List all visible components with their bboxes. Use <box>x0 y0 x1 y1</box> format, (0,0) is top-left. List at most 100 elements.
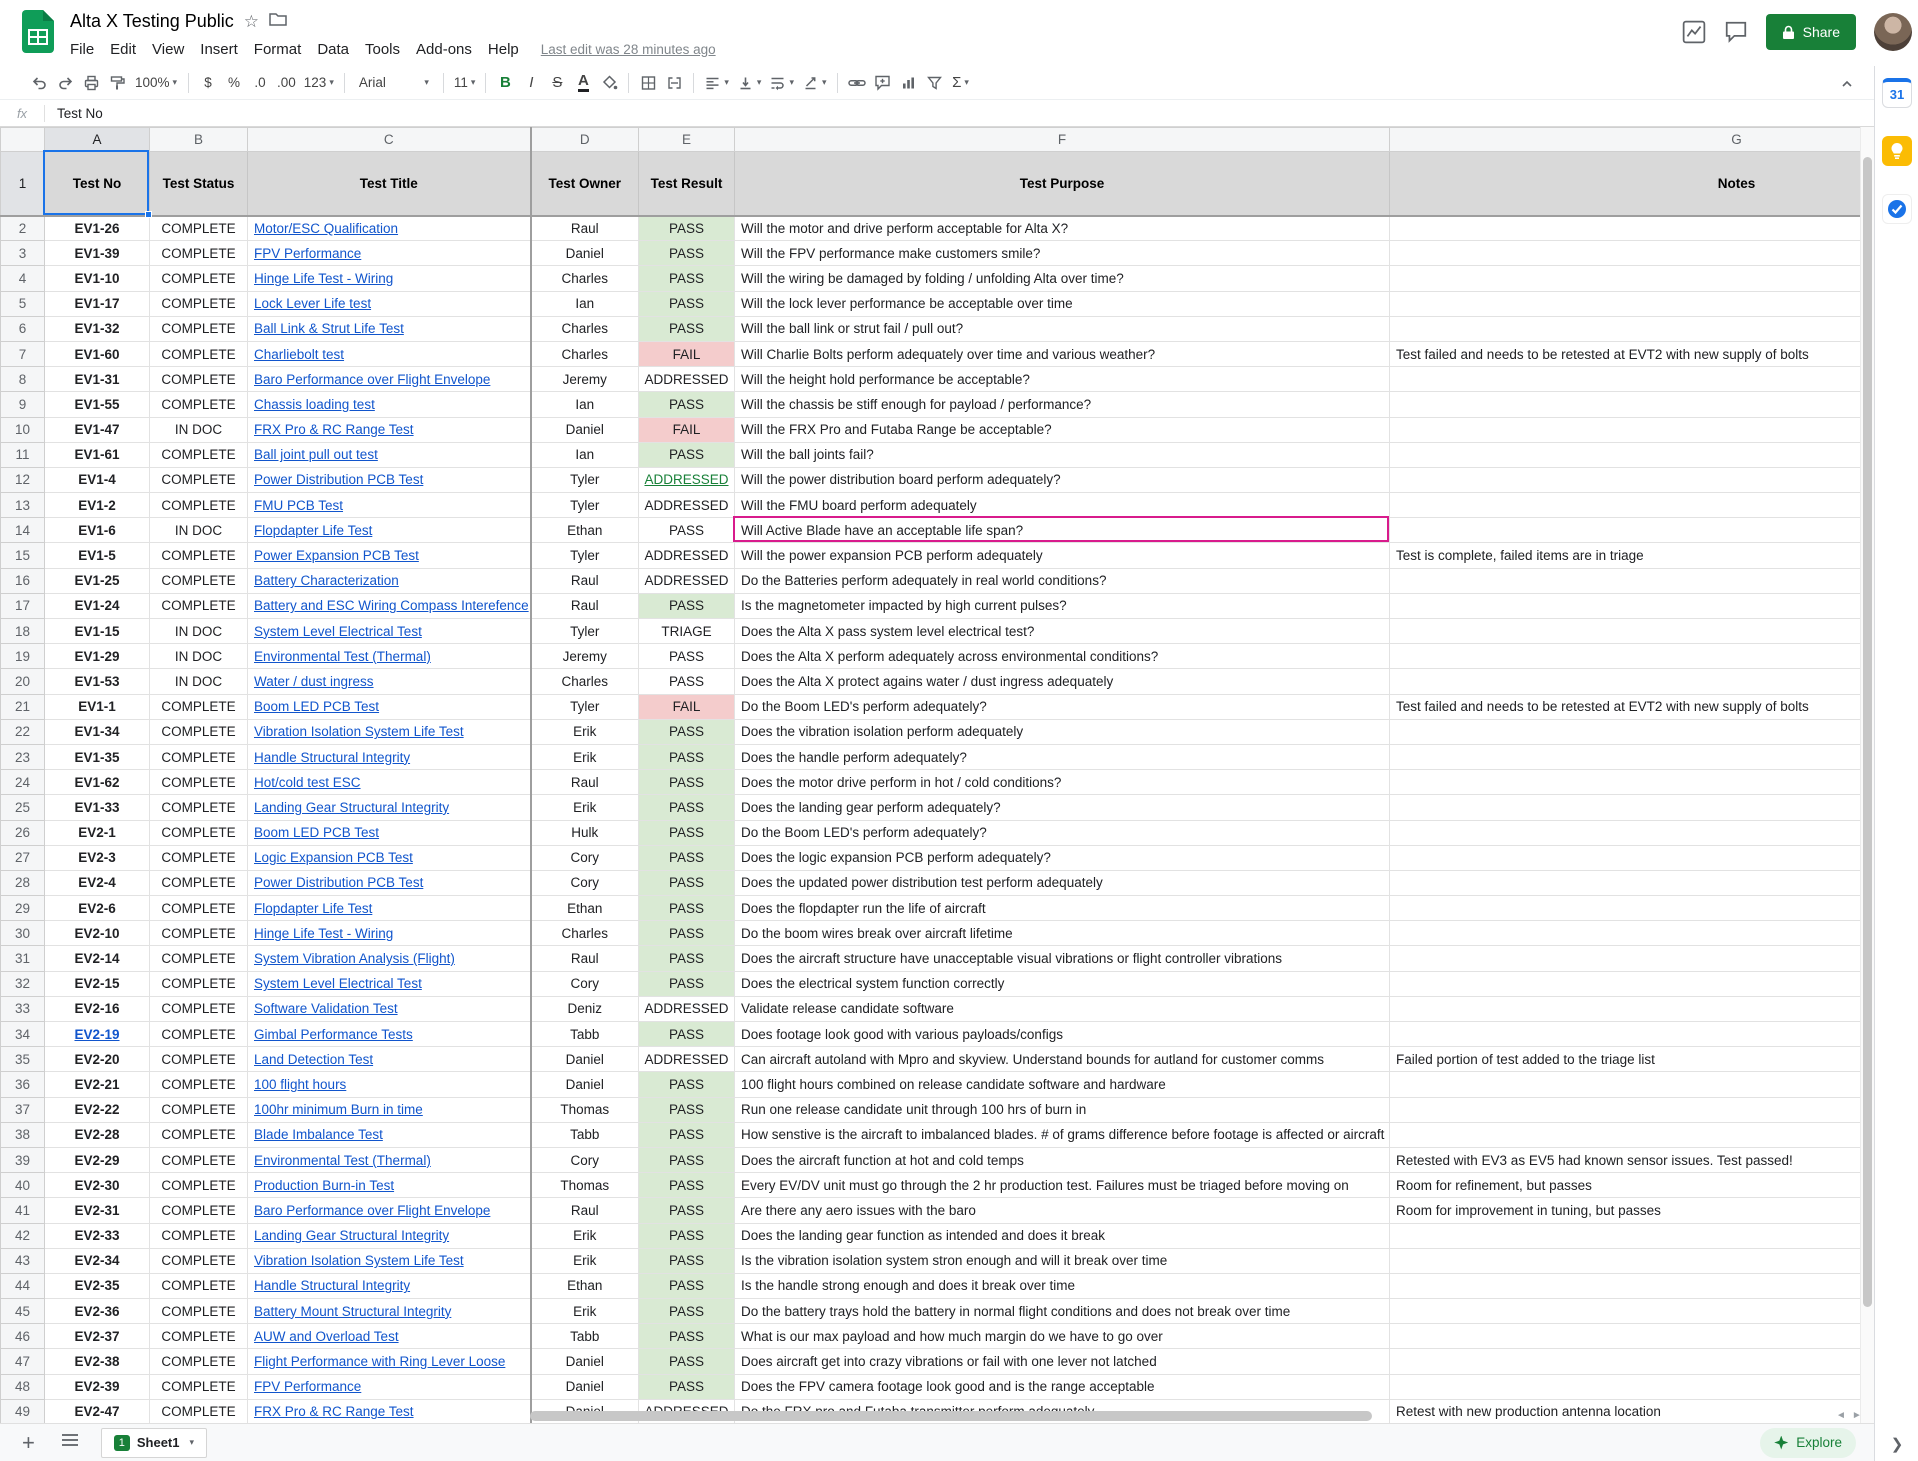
cell-G10[interactable] <box>1390 417 1875 442</box>
cell-C17[interactable]: Battery and ESC Wiring Compass Interefen… <box>248 593 531 618</box>
cell-D34[interactable]: Tabb <box>531 1022 639 1047</box>
cell-C13[interactable]: FMU PCB Test <box>248 493 531 518</box>
insert-link-button[interactable] <box>844 70 870 96</box>
cell-E18[interactable]: TRIAGE <box>639 619 735 644</box>
test-title-link[interactable]: Hinge Life Test - Wiring <box>254 271 393 286</box>
cell-D28[interactable]: Cory <box>531 870 639 895</box>
cell-F16[interactable]: Do the Batteries perform adequately in r… <box>735 568 1390 593</box>
row-header-15[interactable]: 15 <box>1 543 45 568</box>
cell-C2[interactable]: Motor/ESC Qualification <box>248 216 531 241</box>
menu-format[interactable]: Format <box>246 38 310 61</box>
hide-toolbar-button[interactable] <box>1834 71 1860 97</box>
cell-F36[interactable]: 100 flight hours combined on release can… <box>735 1072 1390 1097</box>
cell-D14[interactable]: Ethan <box>531 518 639 543</box>
cell-E24[interactable]: PASS <box>639 770 735 795</box>
cell-A17[interactable]: EV1-24 <box>45 593 150 618</box>
cell-F11[interactable]: Will the ball joints fail? <box>735 442 1390 467</box>
cell-G34[interactable] <box>1390 1022 1875 1047</box>
cell-A8[interactable]: EV1-31 <box>45 367 150 392</box>
cell-F21[interactable]: Do the Boom LED's perform adequately? <box>735 694 1390 719</box>
cell-B3[interactable]: COMPLETE <box>150 241 248 266</box>
cell-B17[interactable]: COMPLETE <box>150 593 248 618</box>
font-size-select[interactable]: 11▾ <box>450 70 480 96</box>
cell-E9[interactable]: PASS <box>639 392 735 417</box>
cell-E35[interactable]: ADDRESSED <box>639 1047 735 1072</box>
cell-G37[interactable] <box>1390 1097 1875 1122</box>
test-title-link[interactable]: Hinge Life Test - Wiring <box>254 926 393 941</box>
cell-D13[interactable]: Tyler <box>531 493 639 518</box>
filter-button[interactable] <box>922 70 948 96</box>
cell-A46[interactable]: EV2-37 <box>45 1324 150 1349</box>
vertical-scrollbar[interactable] <box>1860 127 1874 1423</box>
cell-B9[interactable]: COMPLETE <box>150 392 248 417</box>
cell-C33[interactable]: Software Validation Test <box>248 996 531 1021</box>
cell-A36[interactable]: EV2-21 <box>45 1072 150 1097</box>
cell-B16[interactable]: COMPLETE <box>150 568 248 593</box>
cell-G15[interactable]: Test is complete, failed items are in tr… <box>1390 543 1875 568</box>
test-title-link[interactable]: Boom LED PCB Test <box>254 825 379 840</box>
cell-A33[interactable]: EV2-16 <box>45 996 150 1021</box>
cell-G41[interactable]: Room for improvement in tuning, but pass… <box>1390 1198 1875 1223</box>
cell-D17[interactable]: Raul <box>531 593 639 618</box>
cell-C43[interactable]: Vibration Isolation System Life Test <box>248 1248 531 1273</box>
row-header-32[interactable]: 32 <box>1 971 45 996</box>
cell-G48[interactable] <box>1390 1374 1875 1399</box>
cell-F5[interactable]: Will the lock lever performance be accep… <box>735 291 1390 316</box>
row-header-3[interactable]: 3 <box>1 241 45 266</box>
cell-F23[interactable]: Does the handle perform adequately? <box>735 744 1390 769</box>
cell-A11[interactable]: EV1-61 <box>45 442 150 467</box>
all-sheets-button[interactable] <box>49 1433 91 1452</box>
cell-D46[interactable]: Tabb <box>531 1324 639 1349</box>
cell-C29[interactable]: Flopdapter Life Test <box>248 896 531 921</box>
cell-A23[interactable]: EV1-35 <box>45 744 150 769</box>
cell-A32[interactable]: EV2-15 <box>45 971 150 996</box>
cell-A26[interactable]: EV2-1 <box>45 820 150 845</box>
header-cell-F1[interactable]: Test Purpose <box>735 152 1390 216</box>
cell-B18[interactable]: IN DOC <box>150 619 248 644</box>
text-wrap-button[interactable]: ▾ <box>765 70 798 96</box>
cell-B39[interactable]: COMPLETE <box>150 1147 248 1172</box>
cell-D29[interactable]: Ethan <box>531 896 639 921</box>
cell-G4[interactable] <box>1390 266 1875 291</box>
row-header-13[interactable]: 13 <box>1 493 45 518</box>
column-header-F[interactable]: F <box>735 128 1390 152</box>
star-icon[interactable]: ☆ <box>244 13 259 30</box>
cell-G14[interactable] <box>1390 518 1875 543</box>
cell-G25[interactable] <box>1390 795 1875 820</box>
cell-A38[interactable]: EV2-28 <box>45 1122 150 1147</box>
text-rotation-button[interactable]: ▾ <box>798 70 831 96</box>
cell-G22[interactable] <box>1390 719 1875 744</box>
test-title-link[interactable]: AUW and Overload Test <box>254 1329 399 1344</box>
cell-E22[interactable]: PASS <box>639 719 735 744</box>
test-title-link[interactable]: Power Distribution PCB Test <box>254 472 423 487</box>
column-header-A[interactable]: A <box>45 128 150 152</box>
cell-C49[interactable]: FRX Pro & RC Range Test <box>248 1399 531 1423</box>
vertical-align-button[interactable]: ▾ <box>733 70 766 96</box>
cell-A45[interactable]: EV2-36 <box>45 1299 150 1324</box>
cell-G45[interactable] <box>1390 1299 1875 1324</box>
cell-B15[interactable]: COMPLETE <box>150 543 248 568</box>
cell-G24[interactable] <box>1390 770 1875 795</box>
cell-C27[interactable]: Logic Expansion PCB Test <box>248 845 531 870</box>
cell-G17[interactable] <box>1390 593 1875 618</box>
test-title-link[interactable]: Power Distribution PCB Test <box>254 875 423 890</box>
cell-B24[interactable]: COMPLETE <box>150 770 248 795</box>
cell-E36[interactable]: PASS <box>639 1072 735 1097</box>
cell-A13[interactable]: EV1-2 <box>45 493 150 518</box>
cell-C42[interactable]: Landing Gear Structural Integrity <box>248 1223 531 1248</box>
fill-color-button[interactable] <box>596 70 622 96</box>
cell-E38[interactable]: PASS <box>639 1122 735 1147</box>
cell-A19[interactable]: EV1-29 <box>45 644 150 669</box>
cell-F41[interactable]: Are there any aero issues with the baro <box>735 1198 1390 1223</box>
cell-F22[interactable]: Does the vibration isolation perform ade… <box>735 719 1390 744</box>
cell-A37[interactable]: EV2-22 <box>45 1097 150 1122</box>
cell-E5[interactable]: PASS <box>639 291 735 316</box>
cell-D21[interactable]: Tyler <box>531 694 639 719</box>
column-header-D[interactable]: D <box>531 128 639 152</box>
row-header-37[interactable]: 37 <box>1 1097 45 1122</box>
cell-D47[interactable]: Daniel <box>531 1349 639 1374</box>
comment-history-icon[interactable] <box>1724 20 1748 44</box>
column-header-E[interactable]: E <box>639 128 735 152</box>
cell-C40[interactable]: Production Burn-in Test <box>248 1173 531 1198</box>
menu-view[interactable]: View <box>144 38 192 61</box>
